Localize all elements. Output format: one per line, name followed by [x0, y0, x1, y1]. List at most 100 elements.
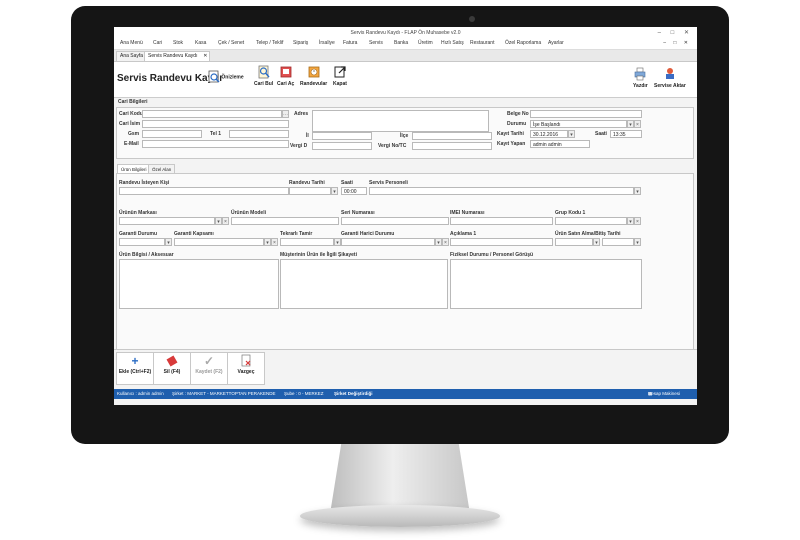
brand-clear-icon[interactable]: ×: [222, 217, 229, 225]
status-label: Durumu: [507, 121, 527, 127]
out-of-warranty-dropdown-icon[interactable]: ▾: [435, 238, 442, 246]
menu-ana-menu[interactable]: Ana Menü: [120, 40, 143, 46]
menu-fatura[interactable]: Fatura: [343, 40, 357, 46]
staff-dropdown-icon[interactable]: ▾: [634, 187, 641, 195]
warranty-scope-select[interactable]: [174, 238, 264, 246]
appointment-date-input[interactable]: [289, 187, 331, 195]
tel1-label: Tel 1: [210, 131, 222, 137]
cancel-button[interactable]: Vazgeç: [227, 352, 265, 385]
physical-textarea[interactable]: [450, 259, 642, 309]
address-textarea[interactable]: [312, 110, 489, 132]
chevron-down-icon[interactable]: ▾: [627, 120, 634, 128]
menu-siparis[interactable]: Sipariş: [293, 40, 308, 46]
tab-servis-randevu[interactable]: Servis Randevu Kaydı ✕: [144, 51, 211, 61]
appointment-date-picker-icon[interactable]: ▾: [331, 187, 338, 195]
out-of-warranty-clear-icon[interactable]: ×: [442, 238, 449, 246]
gsm-input[interactable]: [142, 130, 202, 138]
menu-irsaliye[interactable]: İrsaliye: [319, 40, 335, 46]
warranty-status-dropdown-icon[interactable]: ▾: [165, 238, 172, 246]
clear-icon[interactable]: ×: [634, 120, 641, 128]
brand-select[interactable]: [119, 217, 215, 225]
city-input[interactable]: [312, 132, 372, 140]
out-of-warranty-select[interactable]: [341, 238, 435, 246]
gsm-label: Gsm: [128, 131, 140, 137]
window-controls[interactable]: – □ ✕: [658, 27, 693, 39]
cari-name-input[interactable]: [142, 120, 289, 128]
menu-window-controls[interactable]: – □ ✕: [663, 40, 691, 46]
record-date-input[interactable]: 30.12.2016: [530, 130, 568, 138]
save-label: Kaydet (F2): [195, 369, 223, 375]
menu-uretim[interactable]: Üretim: [418, 40, 433, 46]
cari-name-label: Cari İsim: [119, 121, 141, 127]
warranty-status-select[interactable]: [119, 238, 165, 246]
menu-kasa[interactable]: Kasa: [195, 40, 206, 46]
complaint-textarea[interactable]: [280, 259, 448, 309]
delete-button[interactable]: Sil (F4): [153, 352, 191, 385]
camera-icon: [469, 16, 475, 22]
transfer-label: Servise Aktar: [654, 83, 686, 89]
purchase-date-input[interactable]: [555, 238, 593, 246]
cari-code-lookup-button[interactable]: ⋯: [282, 110, 289, 118]
date-picker-icon[interactable]: ▾: [568, 130, 575, 138]
menu-telep-teklif[interactable]: Telep / Teklif: [256, 40, 283, 46]
menu-stok[interactable]: Stok: [173, 40, 183, 46]
repeat-repair-select[interactable]: [280, 238, 334, 246]
status-user: Kullanıcı : admin admin: [117, 391, 164, 396]
printer-icon: [635, 67, 646, 81]
hour-input[interactable]: 00:00: [341, 187, 367, 195]
requester-input[interactable]: [119, 187, 289, 195]
close-icon[interactable]: ✕: [203, 52, 207, 61]
doc-no-input[interactable]: [530, 110, 642, 118]
change-company-link[interactable]: Şirket Değiştirdiği: [334, 389, 373, 399]
model-input[interactable]: [231, 217, 339, 225]
menu-ozel-raporlama[interactable]: Özel Raporlama: [505, 40, 541, 46]
menu-restaurant[interactable]: Restaurant: [470, 40, 494, 46]
plus-icon: +: [131, 354, 139, 368]
cancel-label: Vazgeç: [237, 369, 255, 375]
tax-no-label: Vergi No/TC: [378, 143, 407, 149]
end-date-input[interactable]: [602, 238, 634, 246]
staff-select[interactable]: [369, 187, 634, 195]
email-label: E-Mail: [124, 141, 139, 147]
close-form-button[interactable]: Kapat: [333, 65, 347, 87]
menu-servis[interactable]: Servis: [369, 40, 383, 46]
group-code-select[interactable]: [555, 217, 627, 225]
tax-no-input[interactable]: [412, 142, 492, 150]
open-account-button[interactable]: Cari Aç: [277, 65, 294, 87]
warranty-scope-clear-icon[interactable]: ×: [271, 238, 278, 246]
appointments-button[interactable]: Randevular: [300, 65, 327, 87]
purchase-date-label: Ürün Satın Alma/Bitiş Tarihi: [555, 231, 621, 237]
group-code-clear-icon[interactable]: ×: [634, 217, 641, 225]
repeat-repair-dropdown-icon[interactable]: ▾: [334, 238, 341, 246]
purchase-date-picker-icon[interactable]: ▾: [593, 238, 600, 246]
status-select[interactable]: İşe Başlandı: [530, 120, 627, 128]
warranty-scope-dropdown-icon[interactable]: ▾: [264, 238, 271, 246]
save-button[interactable]: ✓ Kaydet (F2): [190, 352, 228, 385]
group-code-dropdown-icon[interactable]: ▾: [627, 217, 634, 225]
time-input[interactable]: 13:35: [610, 130, 642, 138]
tab-ana-sayfa[interactable]: Ana Sayfa: [116, 51, 148, 61]
tel1-input[interactable]: [229, 130, 289, 138]
district-input[interactable]: [412, 132, 492, 140]
city-label: İl: [306, 133, 309, 139]
menu-cari[interactable]: Cari: [153, 40, 162, 46]
print-button[interactable]: Yazdır: [633, 67, 648, 89]
menu-cek-senet[interactable]: Çek / Senet: [218, 40, 244, 46]
preview-button[interactable]: Önizleme: [208, 70, 244, 84]
menu-banka[interactable]: Banka: [394, 40, 408, 46]
find-account-button[interactable]: Cari Bul: [254, 65, 273, 87]
add-button[interactable]: + Ekle (Ctrl+F2): [116, 352, 154, 385]
imei-input[interactable]: [450, 217, 553, 225]
open-account-label: Cari Aç: [277, 81, 295, 87]
brand-dropdown-icon[interactable]: ▾: [215, 217, 222, 225]
description-input[interactable]: [450, 238, 553, 246]
menu-ayarlar[interactable]: Ayarlar: [548, 40, 564, 46]
accessory-textarea[interactable]: [119, 259, 279, 309]
email-input[interactable]: [142, 140, 289, 148]
cari-code-input[interactable]: [142, 110, 282, 118]
menu-hizli-satis[interactable]: Hızlı Satış: [441, 40, 464, 46]
serial-input[interactable]: [341, 217, 449, 225]
transfer-button[interactable]: Servise Aktar: [654, 67, 686, 89]
tax-office-input[interactable]: [312, 142, 372, 150]
end-date-picker-icon[interactable]: ▾: [634, 238, 641, 246]
